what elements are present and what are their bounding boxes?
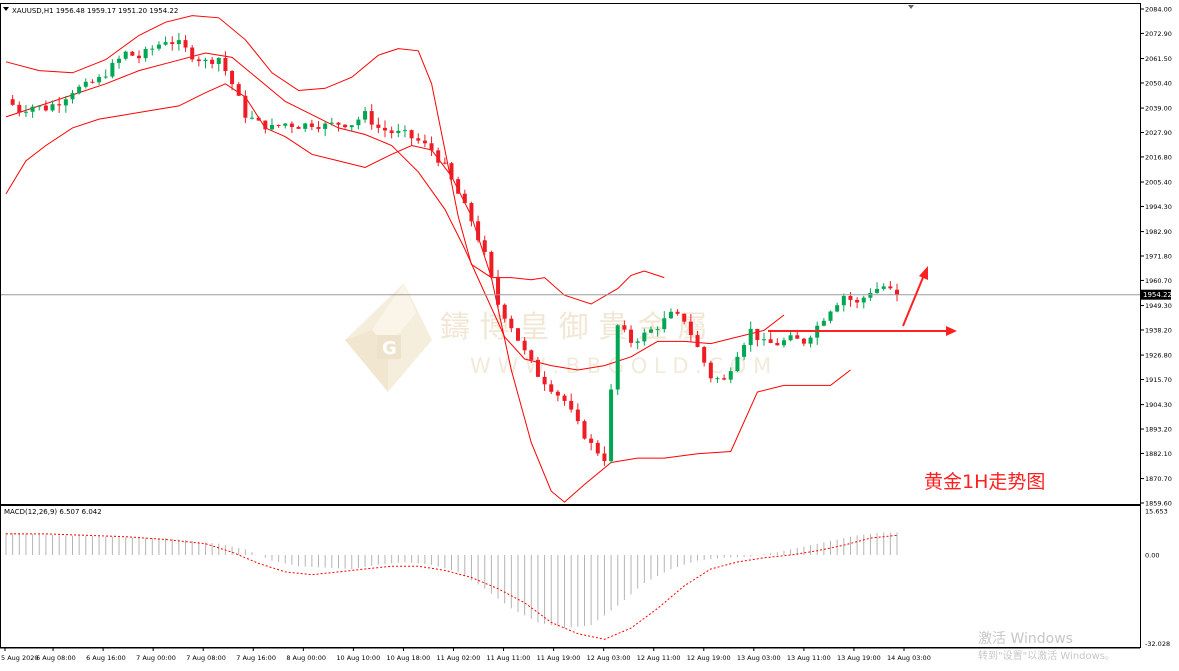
time-tick-label: 12 Aug 11:00 xyxy=(637,654,681,662)
windows-activation-subtitle: 转到"设置"以激活 Windows。 xyxy=(978,649,1115,662)
candle xyxy=(489,250,494,280)
price-tick-label: 1882.10 xyxy=(1145,450,1172,458)
candle xyxy=(236,82,241,96)
time-tick-label: 6 Aug 16:00 xyxy=(86,654,126,662)
time-tick-label: 13 Aug 11:00 xyxy=(787,654,831,662)
price-tick-label: 2084.00 xyxy=(1145,6,1172,14)
time-tick-label: 14 Aug 03:00 xyxy=(887,654,931,662)
macd-label: MACD(12,26,9) 6.507 6.042 xyxy=(4,508,102,516)
candle xyxy=(449,161,454,181)
price-tick-label: 2061.50 xyxy=(1145,55,1172,63)
price-tick-label: 2050.40 xyxy=(1145,79,1172,87)
time-tick-label: 11 Aug 11:00 xyxy=(487,654,531,662)
price-tick-label: 2016.80 xyxy=(1145,153,1172,161)
price-tick-label: 1926.80 xyxy=(1145,352,1172,360)
price-tick-label: 2027.90 xyxy=(1145,129,1172,137)
price-tick-label: 1938.20 xyxy=(1145,326,1172,334)
price-tick-label: 1870.70 xyxy=(1145,475,1172,483)
price-tick-label: 2005.40 xyxy=(1145,179,1172,187)
chart-annotation-title: 黄金1H走势图 xyxy=(924,471,1045,493)
main-chart-frame xyxy=(0,3,1141,505)
macd-tick-label: 15.653 xyxy=(1145,508,1168,516)
price-tick-label: 1994.30 xyxy=(1145,203,1172,211)
candle xyxy=(456,176,461,194)
macd-tick-label: 0.00 xyxy=(1145,551,1159,559)
price-tick-label: 2072.90 xyxy=(1145,30,1172,38)
time-tick-label: 13 Aug 19:00 xyxy=(837,654,881,662)
price-tick-label: 1915.70 xyxy=(1145,376,1172,384)
price-tick-label: 2039.00 xyxy=(1145,105,1172,113)
time-tick-label: 11 Aug 19:00 xyxy=(537,654,581,662)
watermark-cn: 鑄 博 皇 御 貴 金 屬 xyxy=(440,310,707,345)
candle xyxy=(615,324,620,395)
time-tick-label: 10 Aug 10:00 xyxy=(336,654,380,662)
time-tick-label: 11 Aug 02:00 xyxy=(437,654,481,662)
time-tick-label: 12 Aug 19:00 xyxy=(687,654,731,662)
price-tick-label: 1949.30 xyxy=(1145,302,1172,310)
price-tick-label: 1982.90 xyxy=(1145,228,1172,236)
candle xyxy=(535,356,540,378)
time-tick-label: 6 Aug 08:00 xyxy=(36,654,76,662)
macd-tick-label: -32.028 xyxy=(1145,640,1170,648)
time-tick-label: 7 Aug 16:00 xyxy=(236,654,276,662)
time-tick-label: 8 Aug 00:00 xyxy=(286,654,326,662)
candle xyxy=(582,419,587,440)
price-tick-label: 1904.30 xyxy=(1145,401,1172,409)
time-tick-label: 5 Aug 2020 xyxy=(1,654,39,662)
price-tick-label: 1893.20 xyxy=(1145,426,1172,434)
candle xyxy=(609,384,614,464)
svg-text:G: G xyxy=(382,338,397,359)
symbol-info: XAUUSD,H1 1956.48 1959.17 1951.20 1954.2… xyxy=(12,7,178,15)
time-tick-label: 10 Aug 18:00 xyxy=(386,654,430,662)
price-tick-label: 1960.70 xyxy=(1145,277,1172,285)
time-tick-label: 13 Aug 03:00 xyxy=(737,654,781,662)
windows-activation-title: 激活 Windows xyxy=(978,630,1073,647)
time-tick-label: 7 Aug 08:00 xyxy=(186,654,226,662)
chart-window: XAUUSD,H1 1956.48 1959.17 1951.20 1954.2… xyxy=(0,3,1172,662)
price-tick-label: 1971.80 xyxy=(1145,253,1172,261)
macd-pane-frame xyxy=(0,505,1141,648)
watermark-en: W W W . B B G O L D . C O M xyxy=(470,354,771,378)
candle xyxy=(515,327,520,342)
price-tick-label: 1859.60 xyxy=(1145,500,1172,508)
candle xyxy=(130,50,135,57)
time-tick-label: 12 Aug 03:00 xyxy=(587,654,631,662)
time-tick-label: 7 Aug 00:00 xyxy=(136,654,176,662)
current-price-label: 1954.22 xyxy=(1143,291,1172,299)
